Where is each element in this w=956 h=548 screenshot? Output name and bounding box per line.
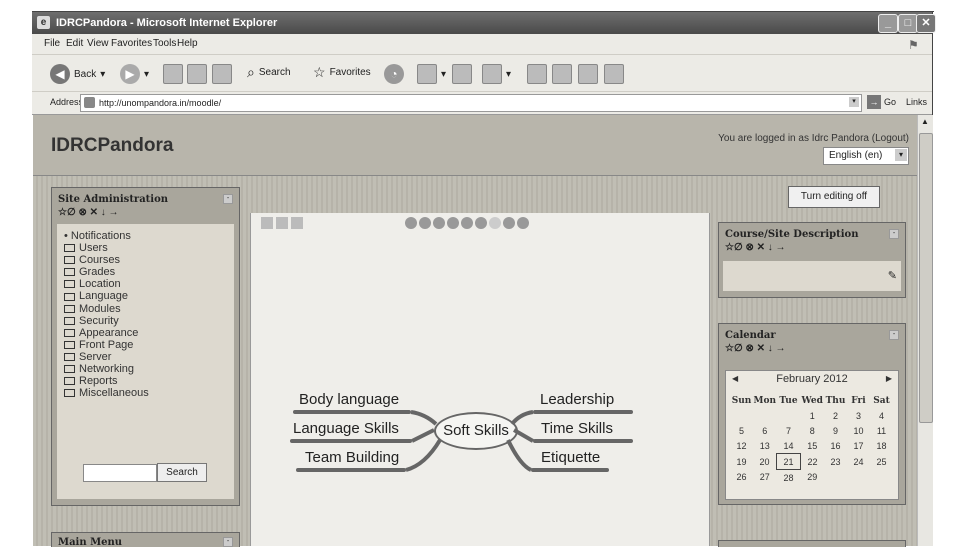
calendar-day[interactable]: 12 <box>730 438 753 454</box>
calendar-day-header: Sun <box>731 395 752 406</box>
calendar-day[interactable]: 1 <box>801 408 825 423</box>
calendar-day[interactable]: 27 <box>753 470 777 486</box>
calendar-month[interactable]: February 2012 <box>726 371 898 387</box>
scroll-up-icon[interactable]: ▲ <box>921 117 929 126</box>
calendar-block: Calendar - ☆∅ ⊗ ✕ ↓ → ◀ February 2012 ▶ … <box>718 323 906 505</box>
calendar-day-header: Tue <box>779 395 798 406</box>
calendar-day[interactable]: 17 <box>847 438 870 454</box>
calendar-day[interactable]: 18 <box>870 438 893 454</box>
calendar-day <box>730 408 753 423</box>
calendar-day[interactable]: 20 <box>753 454 777 470</box>
turn-editing-off-button[interactable]: Turn editing off <box>788 186 880 208</box>
course-description-body: ✎ <box>723 261 901 291</box>
calendar-day[interactable]: 13 <box>753 438 777 454</box>
calendar-day[interactable]: 29 <box>801 470 825 486</box>
vertical-scrollbar[interactable]: ▲ <box>917 115 933 546</box>
calendar-day <box>824 470 847 486</box>
collapse-icon[interactable]: - <box>889 330 899 340</box>
calendar-day <box>777 408 801 423</box>
block-title: Course/Site Description <box>725 229 859 240</box>
calendar-day[interactable]: 2 <box>824 408 847 423</box>
connector <box>506 439 532 472</box>
calendar-day[interactable]: 16 <box>824 438 847 454</box>
connector <box>410 410 438 426</box>
course-description-block: Course/Site Description - ☆∅ ⊗ ✕ ↓ → ✎ <box>718 222 906 298</box>
calendar-day[interactable]: 6 <box>753 423 777 438</box>
calendar-grid: Sun Mon Tue Wed Thu Fri Sat 1 2 3 4 5 6 7 8 9 10 11 12 13 1… <box>730 393 894 485</box>
calendar-day <box>753 408 777 423</box>
connector <box>405 438 442 472</box>
calendar-day-header: Mon <box>753 395 776 406</box>
calendar-day[interactable]: 19 <box>730 454 753 470</box>
calendar-widget: ◀ February 2012 ▶ Sun Mon Tue Wed Thu Fri Sat … <box>725 370 899 500</box>
block-edit-icons[interactable]: ☆∅ ⊗ ✕ ↓ → <box>725 242 786 253</box>
calendar-day[interactable]: 11 <box>870 423 893 438</box>
calendar-day[interactable]: 4 <box>870 408 893 423</box>
calendar-day[interactable]: 22 <box>801 454 825 470</box>
scroll-thumb[interactable] <box>919 133 933 423</box>
calendar-day-header: Sat <box>873 395 890 406</box>
calendar-day-header: Wed <box>801 395 823 406</box>
calendar-day[interactable]: 23 <box>824 454 847 470</box>
calendar-day[interactable]: 24 <box>847 454 870 470</box>
block-edit-icons[interactable]: ☆∅ ⊗ ✕ ↓ → <box>725 343 786 354</box>
calendar-day[interactable]: 7 <box>777 423 801 438</box>
calendar-day[interactable]: 21 <box>776 453 801 470</box>
calendar-day[interactable]: 25 <box>870 454 893 470</box>
calendar-day-header: Thu <box>825 395 846 406</box>
calendar-day[interactable]: 9 <box>824 423 847 438</box>
connector <box>510 410 534 426</box>
connector <box>512 428 535 443</box>
calendar-day[interactable]: 8 <box>801 423 825 438</box>
connector <box>411 428 435 443</box>
calendar-day[interactable]: 26 <box>730 470 753 486</box>
calendar-day <box>847 470 870 486</box>
calendar-day[interactable]: 14 <box>777 438 801 454</box>
calendar-title: Calendar <box>725 330 776 341</box>
edit-pencil-icon[interactable]: ✎ <box>888 269 897 282</box>
next-month-icon[interactable]: ▶ <box>886 374 892 383</box>
calendar-day[interactable]: 10 <box>847 423 870 438</box>
calendar-day-header: Fri <box>851 395 866 406</box>
calendar-day[interactable]: 3 <box>847 408 870 423</box>
calendar-day <box>870 470 893 486</box>
calendar-day[interactable]: 15 <box>801 438 825 454</box>
calendar-day[interactable]: 28 <box>777 470 801 486</box>
calendar-day[interactable]: 5 <box>730 423 753 438</box>
collapse-icon[interactable]: - <box>889 229 899 239</box>
